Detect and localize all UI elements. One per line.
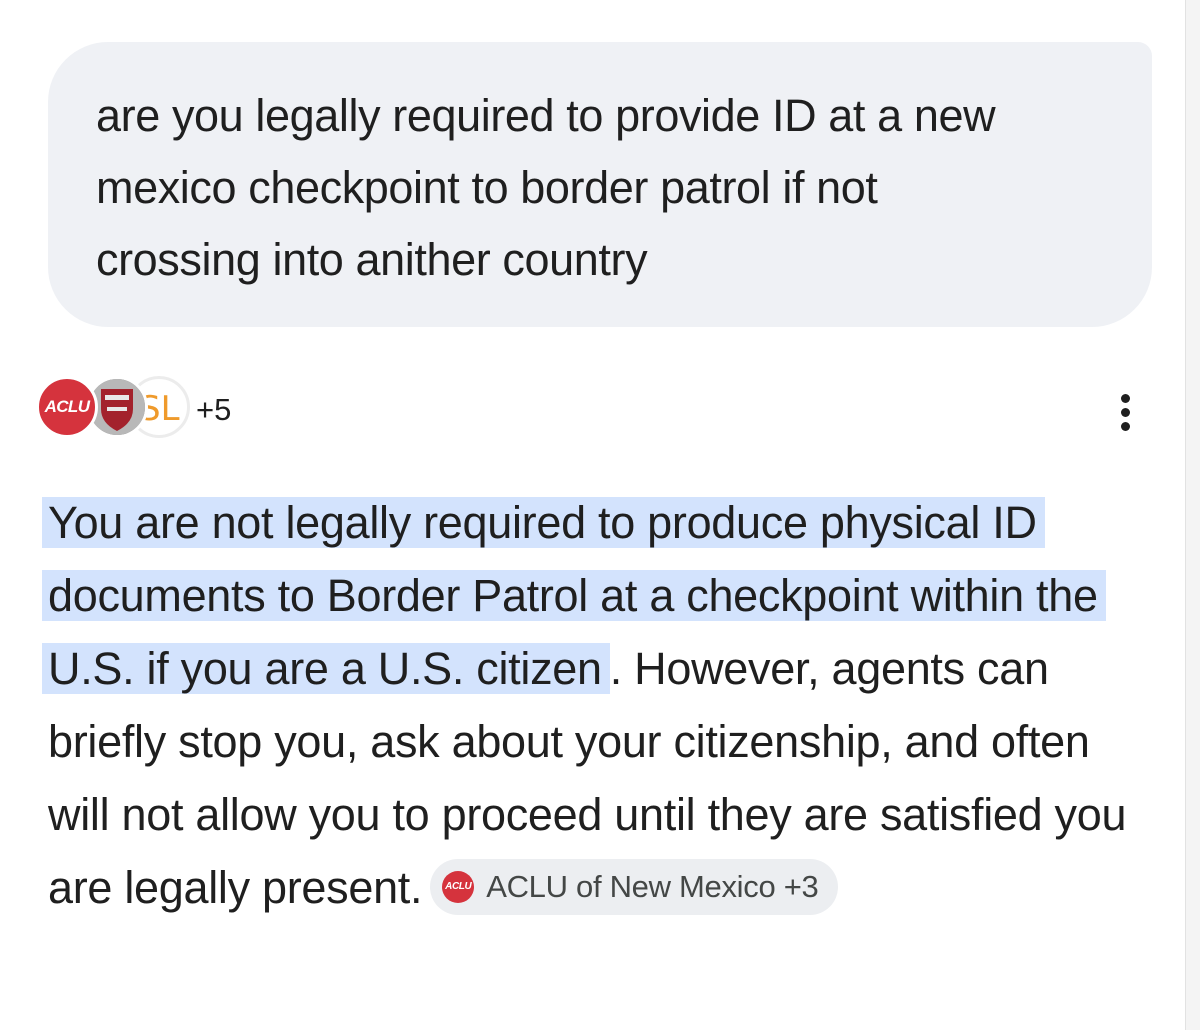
more-options-icon[interactable] — [1112, 392, 1142, 432]
user-query-bubble: are you legally required to provide ID a… — [48, 42, 1152, 327]
aclu-citation-icon-text: ACLU — [445, 881, 472, 893]
more-sources-count[interactable]: +5 — [196, 392, 231, 428]
ai-answer-text: You are not legally required to produce … — [42, 486, 1158, 924]
citation-label: ACLU of New Mexico +3 — [486, 869, 819, 905]
citation-chip[interactable]: ACLU ACLU of New Mexico +3 — [430, 859, 839, 916]
aclu-logo-text: ACLU — [44, 397, 90, 416]
aclu-logo-icon[interactable]: ACLU — [36, 376, 98, 438]
sources-row[interactable]: ACLU SL +5 — [36, 374, 1156, 442]
aclu-citation-icon: ACLU — [442, 871, 475, 904]
user-query-text: are you legally required to provide ID a… — [96, 90, 996, 285]
scrollbar-track[interactable] — [1185, 0, 1200, 1030]
